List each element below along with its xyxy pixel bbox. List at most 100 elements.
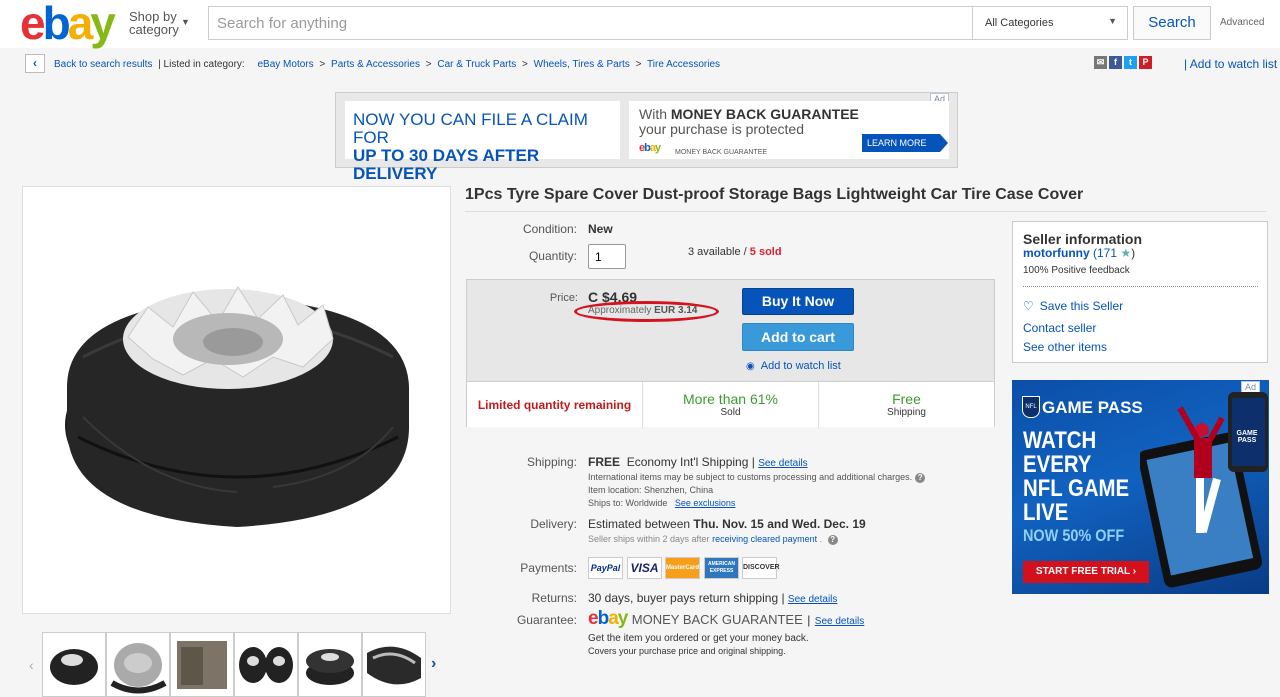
logo-letter: a [67,0,94,49]
ad-banner[interactable]: Ad NOW YOU CAN FILE A CLAIM FOR UP TO 30… [335,92,958,183]
back-to-search-link[interactable]: Back to search results [54,59,152,70]
star-icon: ★ [1120,246,1132,260]
availability: 3 available / 5 sold [688,246,782,258]
game-pass-heading: GAME PASS [1042,398,1143,417]
thumbnail-1[interactable] [42,632,106,697]
email-icon[interactable]: ✉ [1094,56,1107,69]
start-free-trial-button[interactable]: START FREE TRIAL › [1023,561,1149,583]
search-button[interactable]: Search [1133,6,1211,40]
help-icon[interactable]: ? [915,473,926,483]
mastercard-icon: MasterCard [665,557,700,579]
claim-ad[interactable]: NOW YOU CAN FILE A CLAIM FOR UP TO 30 DA… [345,101,620,183]
free-shipping-stat: Free Shipping [819,382,994,428]
sold-count-link[interactable]: 5 sold [750,246,782,258]
item-title: 1Pcs Tyre Spare Cover Dust-proof Storage… [465,186,1084,203]
thumbnail-4[interactable] [234,632,298,697]
add-to-cart-button[interactable]: Add to cart [742,323,854,351]
shipping-free: FREE [588,455,621,469]
eye-icon: ◉ [746,361,755,372]
shop-by-category-button[interactable]: Shop by category ▼ [129,10,190,36]
save-seller-button[interactable]: ♡ Save this Seller [1023,299,1123,313]
returns-see-details-link[interactable]: See details [788,594,837,605]
shipping-method: Economy Int'l Shipping | [626,455,755,469]
claim-line-1: NOW YOU CAN FILE A CLAIM FOR [353,110,588,147]
seller-name-link[interactable]: motorfunny [1023,246,1090,260]
paypal-icon: PayPal [588,557,623,579]
save-seller-label: Save this Seller [1039,299,1124,313]
delivery-label: Delivery: [530,517,577,531]
nfl-game-pass-ad[interactable]: Ad NFL GAME PASS WATCH EVERY NFL GAME LI… [1012,380,1269,594]
search-field[interactable] [208,6,973,40]
logo-letter: e [20,0,46,49]
contact-seller-link[interactable]: Contact seller [1023,321,1096,335]
crumb-tire-accessories[interactable]: Tire Accessories [647,59,720,70]
share-icons: ✉ f t P [1094,56,1154,74]
cleared-payment-link[interactable]: receiving cleared payment [712,534,817,544]
crumb-wheels-tires[interactable]: Wheels, Tires & Parts [534,59,630,70]
claim-line-2: UP TO 30 DAYS AFTER DELIVERY [353,146,540,183]
discover-icon: DISCOVER [742,557,780,579]
amex-icon: AMERICAN EXPRESS [704,557,739,579]
quantity-input[interactable] [588,244,626,269]
category-select[interactable]: All Categories ▼ [972,6,1128,40]
ebay-guarantee-logo: ebay [588,608,628,629]
help-icon[interactable]: ? [827,535,838,545]
heart-icon: ♡ [1023,299,1034,313]
mbg-ad[interactable]: With MONEY BACK GUARANTEE your purchase … [629,101,949,159]
nfl-offer: NOW 50% OFF [1023,526,1125,545]
advanced-search-link[interactable]: Advanced [1220,17,1264,28]
delivery-value: Estimated between Thu. Nov. 15 and Wed. … [588,517,866,531]
facebook-icon[interactable]: f [1109,56,1122,69]
ebay-mini-logo: ebay [639,142,661,154]
nfl-line: NFL GAME [1023,475,1130,502]
guarantee-line-2: Covers your purchase price and original … [588,646,786,656]
limited-quantity-stat: Limited quantity remaining [467,382,643,428]
crumb-ebay-motors[interactable]: eBay Motors [257,59,313,70]
twitter-icon[interactable]: t [1124,56,1137,69]
thumbnail-prev-arrow[interactable]: ‹ [29,657,34,673]
condition-value: New [588,222,613,236]
tablet-game-pass: GAME PASS [1236,430,1258,444]
crumb-separator: > [319,59,326,70]
mbg-bold: MONEY BACK GUARANTEE [670,106,859,122]
buy-it-now-button[interactable]: Buy It Now [742,288,854,315]
logo-letter: y [90,0,116,49]
product-main-image[interactable] [22,186,451,614]
customs-text: International items may be subject to cu… [588,472,913,482]
price-box: Price: C $4.69 Approximately EUR 3.14 Bu… [466,279,995,428]
see-other-items-link[interactable]: See other items [1023,340,1107,354]
seller-heading: Seller information [1023,231,1143,247]
add-to-watch-list-button[interactable]: ◉ Add to watch list [746,360,841,372]
thumbnail-2[interactable] [106,632,170,697]
see-exclusions-link[interactable]: See exclusions [675,498,736,508]
ships-to: Ships to: Worldwide See exclusions [588,498,735,508]
seller-name-row: motorfunny (171 ★) [1023,246,1135,260]
nfl-shield-icon: NFL [1022,396,1040,418]
seller-info-panel: Seller information motorfunny (171 ★) 10… [1012,221,1268,363]
ebay-logo[interactable]: ebay [20,0,116,46]
nfl-line: WATCH [1023,427,1097,454]
crumb-parts-accessories[interactable]: Parts & Accessories [331,59,420,70]
guarantee-see-details-link[interactable]: See details [815,616,864,627]
add-to-watch-list-link[interactable]: | Add to watch list [1184,57,1277,71]
thumbnail-5[interactable] [298,632,362,697]
caret-down-icon: ▼ [1108,16,1117,26]
stat-sub: Shipping [887,407,926,418]
thumbnail-next-arrow[interactable]: › [431,655,436,673]
price-label: Price: [549,292,578,304]
stat-main: More than 61% [683,391,778,407]
thumbnail-6[interactable] [362,632,426,697]
search-input[interactable] [209,7,972,39]
stat-main: Free [892,391,921,407]
crumb-car-truck-parts[interactable]: Car & Truck Parts [437,59,516,70]
stats-bar: Limited quantity remaining More than 61%… [467,381,994,428]
thumbnail-3[interactable] [170,632,234,697]
sold-percent-stat: More than 61% Sold [643,382,819,428]
learn-more-button[interactable]: LEARN MORE [862,134,948,152]
shipping-value: FREE Economy Int'l Shipping | See detail… [588,455,808,469]
pinterest-icon[interactable]: P [1139,56,1152,69]
shipping-see-details-link[interactable]: See details [758,458,807,469]
back-arrow-icon[interactable]: ‹ [25,54,45,73]
logo-letter: b [42,0,71,49]
seller-score[interactable]: (171 [1093,246,1117,260]
